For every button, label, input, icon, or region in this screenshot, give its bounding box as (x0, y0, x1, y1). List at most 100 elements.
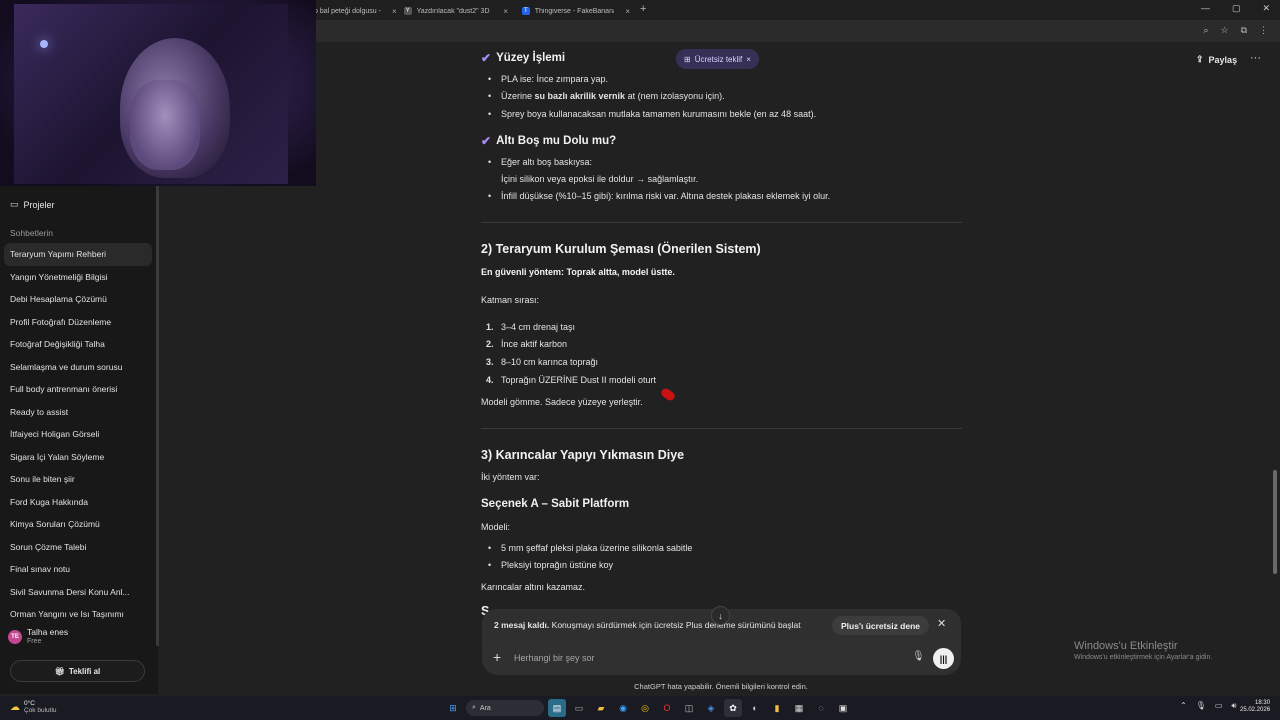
scroll-down-button[interactable]: ↓ (711, 606, 730, 625)
user-profile[interactable]: TE Talha enes Free (8, 627, 68, 646)
steam-icon[interactable]: ◐ (746, 699, 764, 717)
chat-item[interactable]: Ford Kuga Hakkında (4, 491, 152, 514)
chat-item[interactable]: Yangın Yönetmeliği Bilgisi (4, 266, 152, 289)
heading-text: Seçenek A – Sabit Platform (481, 498, 630, 510)
activation-title: Windows'u Etkinleştir (1074, 640, 1178, 652)
clock[interactable]: 18:30 25.02.2026 (1240, 700, 1270, 714)
app-icon[interactable]: ◌ (812, 699, 830, 717)
task-view-icon[interactable]: ▭ (570, 699, 588, 717)
chat-item[interactable]: Sivil Savunma Dersi Konu Anl... (4, 581, 152, 604)
window-controls: — ▢ ✕ (1201, 3, 1270, 14)
close-icon[interactable]: × (625, 7, 630, 16)
extensions-icon[interactable]: ⧉ (1241, 25, 1247, 36)
widgets-icon[interactable]: ▤ (548, 699, 566, 717)
user-plan: Free (27, 638, 42, 645)
app-icon[interactable]: ▦ (790, 699, 808, 717)
new-tab-button[interactable]: + (640, 3, 646, 15)
close-icon[interactable]: × (746, 55, 751, 64)
free-offer-pill[interactable]: ⊞ Ücretsiz teklif × (676, 49, 759, 69)
free-offer-label: Ücretsiz teklif (694, 54, 743, 64)
volume-icon[interactable]: 🔊︎ (1231, 701, 1236, 711)
app-icon[interactable]: ▣ (834, 699, 852, 717)
composer[interactable]: + Herhangi bir şey sor 🎙︎ ||| (482, 641, 961, 675)
chrome-icon[interactable]: ◎ (636, 699, 654, 717)
microphone-icon[interactable]: 🎙︎ (1196, 701, 1206, 711)
menu-icon[interactable]: ⋮ (1259, 25, 1268, 36)
webcam-light (40, 40, 48, 48)
tab-label: Yazdırılacak "dust2" 3D Modelle (416, 7, 493, 15)
tab-favicon-icon: Y (404, 7, 412, 15)
get-offer-button[interactable]: 🎁︎ Teklifi al (10, 660, 145, 682)
chat-item[interactable]: Orman Yangını ve Isı Taşınımı (4, 603, 152, 626)
close-icon[interactable]: × (392, 7, 396, 16)
app-icon[interactable]: ◫ (680, 699, 698, 717)
close-icon[interactable]: × (503, 7, 508, 16)
browser-tab[interactable]: T Thingiverse - FakeBanana tarafı × (516, 2, 636, 20)
chat-item[interactable]: Sigara İçi Yalan Söyleme (4, 446, 152, 469)
upload-icon: ⇪ (1196, 54, 1204, 64)
date: 25.02.2026 (1240, 707, 1271, 713)
try-plus-button[interactable]: Plus'ı ücretsiz dene (832, 616, 930, 635)
chat-scrollbar[interactable] (1273, 470, 1277, 574)
maximize-button[interactable]: ▢ (1232, 3, 1241, 14)
voice-mode-button[interactable]: ||| (933, 648, 954, 669)
opera-icon[interactable]: O (658, 699, 676, 717)
chat-item[interactable]: Profil Fotoğrafı Düzenleme (4, 311, 152, 334)
search-icon: ⌕ (472, 704, 476, 711)
search-label: Ara (479, 704, 491, 712)
share-button[interactable]: ⇪ Paylaş (1196, 54, 1237, 65)
add-icon[interactable]: + (493, 649, 501, 665)
chat-item[interactable]: Final sınav notu (4, 558, 152, 581)
network-icon[interactable]: ▭ (1215, 701, 1223, 711)
window-close-button[interactable]: ✕ (1262, 3, 1270, 14)
file-explorer-icon[interactable]: ▰ (592, 699, 610, 717)
chatgpt-icon[interactable]: ✿ (724, 699, 742, 717)
chevron-up-icon[interactable]: ⌃ (1180, 701, 1187, 711)
microphone-icon[interactable]: 🎙︎ (912, 651, 925, 662)
star-icon[interactable]: ☆ (1220, 25, 1228, 36)
projects-link[interactable]: ▭ Projeler (10, 199, 55, 210)
sidebar-scrollbar[interactable] (156, 186, 159, 646)
list-item: Pleksiyi toprağın üstüne koy (481, 560, 613, 570)
gift-icon: ⊞ (684, 54, 691, 64)
windows-start-icon[interactable]: ⊞ (444, 699, 462, 717)
list-item: 3. 8–10 cm karınca toprağı (481, 357, 598, 367)
more-options-button[interactable]: ··· (1250, 52, 1261, 64)
cursor-marker (659, 386, 677, 403)
time: 18:30 (1255, 700, 1271, 706)
divider (481, 222, 962, 223)
banner-bold: 2 mesaj kaldı. (494, 620, 550, 630)
windows-activation-watermark: Windows'u Etkinleştir Windows'u etkinleş… (1074, 640, 1212, 661)
user-name: Talha enes (27, 627, 69, 637)
search-icon[interactable]: ⌕ (1203, 25, 1208, 36)
chat-item[interactable]: Selamlaşma ve durum sorusu (4, 356, 152, 379)
list-item: 5 mm şeffaf pleksi plaka üzerine silikon… (481, 543, 692, 553)
taskbar-apps: ⊞ ⌕ Ara ▤ ▭ ▰ ◉ ◎ O ◫ ◈ ✿ ◐ ▮ ▦ ◌ ▣ (444, 699, 852, 717)
sidebar: ▭ Projeler Sohbetlerin Teraryum Yapımı R… (0, 186, 158, 694)
banner-close-button[interactable]: ✕ (937, 617, 946, 630)
chat-item[interactable]: Full body antrenmanı önerisi (4, 378, 152, 401)
paragraph: Karıncalar altını kazamaz. (481, 582, 586, 592)
taskbar-search[interactable]: ⌕ Ara (466, 700, 544, 716)
chat-item[interactable]: Debi Hesaplama Çözümü (4, 288, 152, 311)
section-heading: 3) Karıncalar Yapıyı Yıkmasın Diye (481, 448, 685, 462)
app-icon[interactable]: ◈ (702, 699, 720, 717)
weather-widget[interactable]: ☁ 0°C Çok bulutlu (10, 700, 57, 714)
text: Toprağın ÜZERİNE Dust II modeli oturt (501, 375, 657, 385)
chat-item[interactable]: İtfaiyeci Holigan Görseli (4, 423, 152, 446)
chat-item[interactable]: Teraryum Yapımı Rehberi (4, 243, 152, 266)
banner-text: 2 mesaj kaldı. Konuşmayı sürdürmek için … (494, 620, 801, 630)
text: at (nem izolasyonu için). (625, 91, 725, 101)
browser-tab[interactable]: Y Yazdırılacak "dust2" 3D Modelle × (398, 2, 514, 20)
edge-icon[interactable]: ◉ (614, 699, 632, 717)
app-icon[interactable]: ▮ (768, 699, 786, 717)
minimize-button[interactable]: — (1201, 3, 1210, 14)
chat-item[interactable]: Sorun Çözme Talebi (4, 536, 152, 559)
message-input[interactable]: Herhangi bir şey sor (514, 653, 595, 663)
chat-item[interactable]: Kimya Soruları Çözümü (4, 513, 152, 536)
browser-tab[interactable]: o bal peteği dolgusu - × (308, 2, 396, 20)
chat-item[interactable]: Ready to assist (4, 401, 152, 424)
chat-item[interactable]: Fotoğraf Değişikliği Talha (4, 333, 152, 356)
chat-item[interactable]: Sonu ile biten şiir (4, 468, 152, 491)
list-item: 4. Toprağın ÜZERİNE Dust II modeli oturt (481, 375, 656, 385)
